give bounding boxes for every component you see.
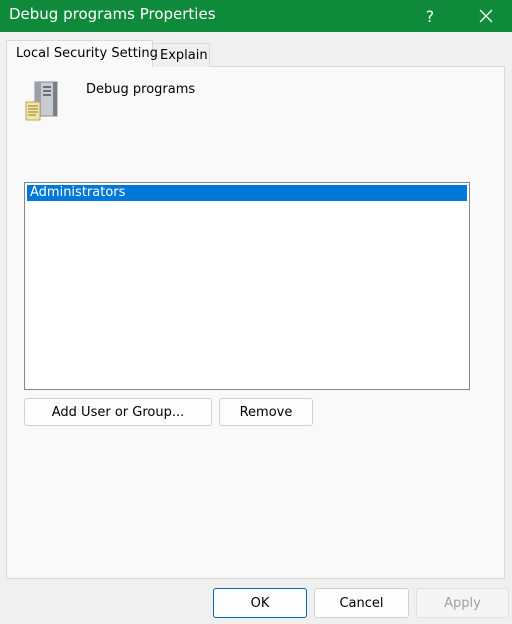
- window-title: Debug programs Properties: [9, 5, 216, 23]
- tab-local-security-setting[interactable]: Local Security Setting: [6, 40, 158, 67]
- properties-dialog: Debug programs Properties ? Explain Loca…: [0, 0, 512, 624]
- close-button[interactable]: [458, 0, 512, 32]
- apply-button[interactable]: Apply: [416, 588, 509, 618]
- tab-explain-label: Explain: [160, 48, 208, 63]
- help-icon: ?: [425, 6, 435, 26]
- remove-button[interactable]: Remove: [219, 398, 313, 426]
- add-user-or-group-button[interactable]: Add User or Group...: [24, 398, 212, 426]
- tab-explain[interactable]: Explain: [152, 43, 210, 67]
- help-button[interactable]: ?: [402, 0, 458, 32]
- policy-name: Debug programs: [86, 82, 196, 97]
- ok-button[interactable]: OK: [213, 588, 307, 618]
- server-icon: [25, 81, 58, 121]
- users-listbox[interactable]: Administrators: [24, 182, 470, 390]
- tab-local-security-setting-label: Local Security Setting: [16, 46, 158, 61]
- close-icon: [479, 9, 493, 23]
- title-bar: Debug programs Properties ?: [0, 0, 512, 32]
- list-item[interactable]: Administrators: [27, 185, 467, 201]
- cancel-button[interactable]: Cancel: [314, 588, 409, 618]
